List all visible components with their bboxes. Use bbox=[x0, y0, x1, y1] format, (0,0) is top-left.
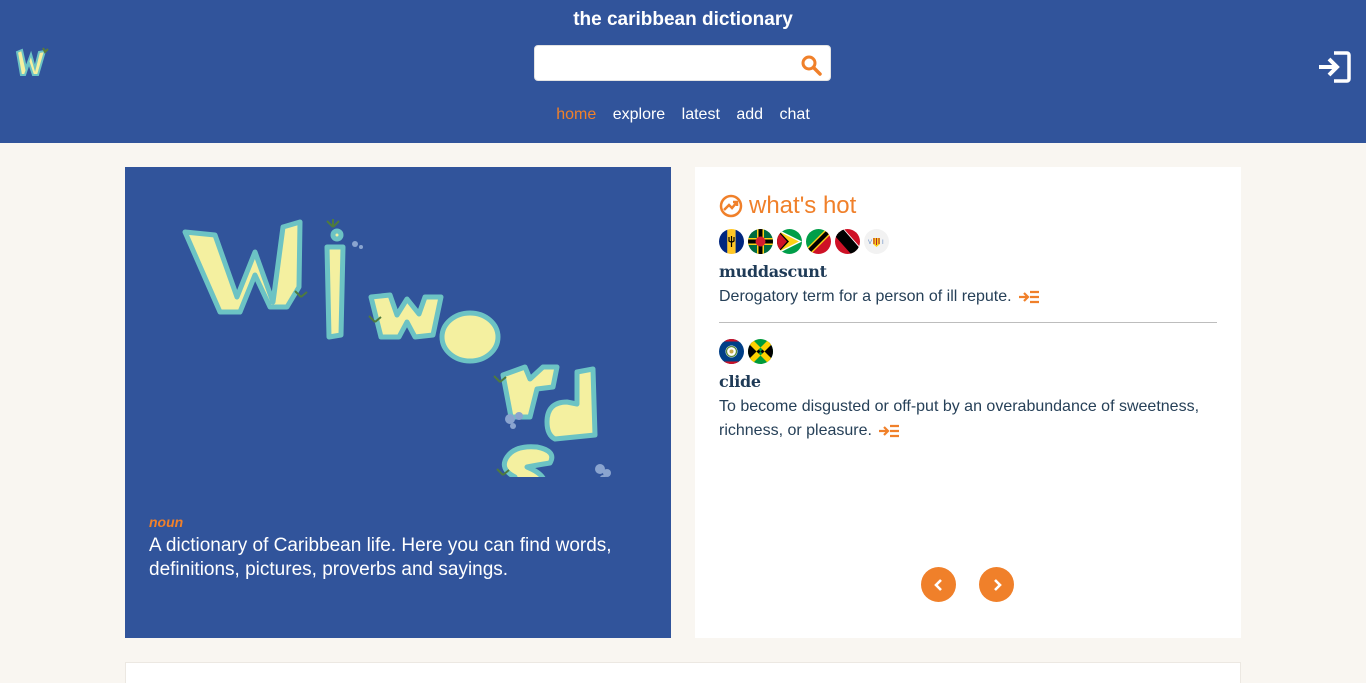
chevron-left-icon bbox=[933, 578, 942, 591]
nav-home[interactable]: home bbox=[556, 106, 596, 124]
hot-entry: V I muddascunt Derogatory term for a per… bbox=[719, 229, 1217, 309]
dominica-flag-icon[interactable] bbox=[748, 229, 773, 254]
trinidad-tobago-flag-icon[interactable] bbox=[835, 229, 860, 254]
chevron-right-icon bbox=[993, 578, 1002, 591]
read-more-icon[interactable] bbox=[1018, 290, 1040, 304]
nav-explore[interactable]: explore bbox=[613, 106, 665, 124]
entry-definition-text: Derogatory term for a person of ill repu… bbox=[719, 288, 1012, 305]
nav-add[interactable]: add bbox=[736, 106, 763, 124]
flag-list: V I bbox=[719, 229, 1217, 255]
entry-word[interactable]: clide bbox=[719, 372, 1217, 391]
read-more-icon[interactable] bbox=[878, 424, 900, 438]
entry-definition: Derogatory term for a person of ill repu… bbox=[719, 285, 1217, 309]
belize-flag-icon[interactable] bbox=[719, 339, 744, 364]
previous-button[interactable] bbox=[921, 567, 956, 602]
search-icon[interactable] bbox=[800, 54, 822, 76]
trending-icon bbox=[719, 194, 743, 218]
wiwords-logo-icon[interactable] bbox=[14, 44, 52, 80]
nav-latest[interactable]: latest bbox=[682, 106, 720, 124]
next-button[interactable] bbox=[979, 567, 1014, 602]
site-title: the caribbean dictionary bbox=[573, 9, 793, 30]
site-header: the caribbean dictionary home explore la… bbox=[0, 0, 1366, 143]
us-virgin-islands-flag-icon[interactable]: V I bbox=[864, 229, 889, 254]
jamaica-flag-icon[interactable] bbox=[748, 339, 773, 364]
hero-panel: noun A dictionary of Caribbean life. Her… bbox=[125, 167, 671, 638]
whats-hot-title: what's hot bbox=[749, 192, 857, 219]
flag-list bbox=[719, 339, 1217, 365]
entry-definition-text: To become disgusted or off-put by an ove… bbox=[719, 398, 1200, 439]
search-input[interactable] bbox=[535, 46, 785, 80]
next-section-card bbox=[125, 662, 1241, 683]
whats-hot-heading: what's hot bbox=[719, 192, 856, 220]
hot-entry: clide To become disgusted or off-put by … bbox=[719, 339, 1217, 443]
whats-hot-panel: what's hot V I muddascunt Derogatory ter… bbox=[695, 167, 1241, 638]
wiwords-island-logo bbox=[182, 219, 611, 477]
search-bar bbox=[534, 45, 831, 81]
login-icon[interactable] bbox=[1316, 50, 1352, 84]
part-of-speech: noun bbox=[149, 514, 184, 530]
entry-divider bbox=[719, 322, 1217, 323]
st-kitts-nevis-flag-icon[interactable] bbox=[806, 229, 831, 254]
hero-definition: A dictionary of Caribbean life. Here you… bbox=[149, 535, 612, 580]
guyana-flag-icon[interactable] bbox=[777, 229, 802, 254]
main-nav: home explore latest add chat bbox=[0, 106, 1366, 124]
entry-word[interactable]: muddascunt bbox=[719, 262, 1217, 281]
svg-text:V: V bbox=[868, 240, 872, 246]
barbados-flag-icon[interactable] bbox=[719, 229, 744, 254]
nav-chat[interactable]: chat bbox=[780, 106, 810, 124]
entry-definition: To become disgusted or off-put by an ove… bbox=[719, 395, 1217, 443]
